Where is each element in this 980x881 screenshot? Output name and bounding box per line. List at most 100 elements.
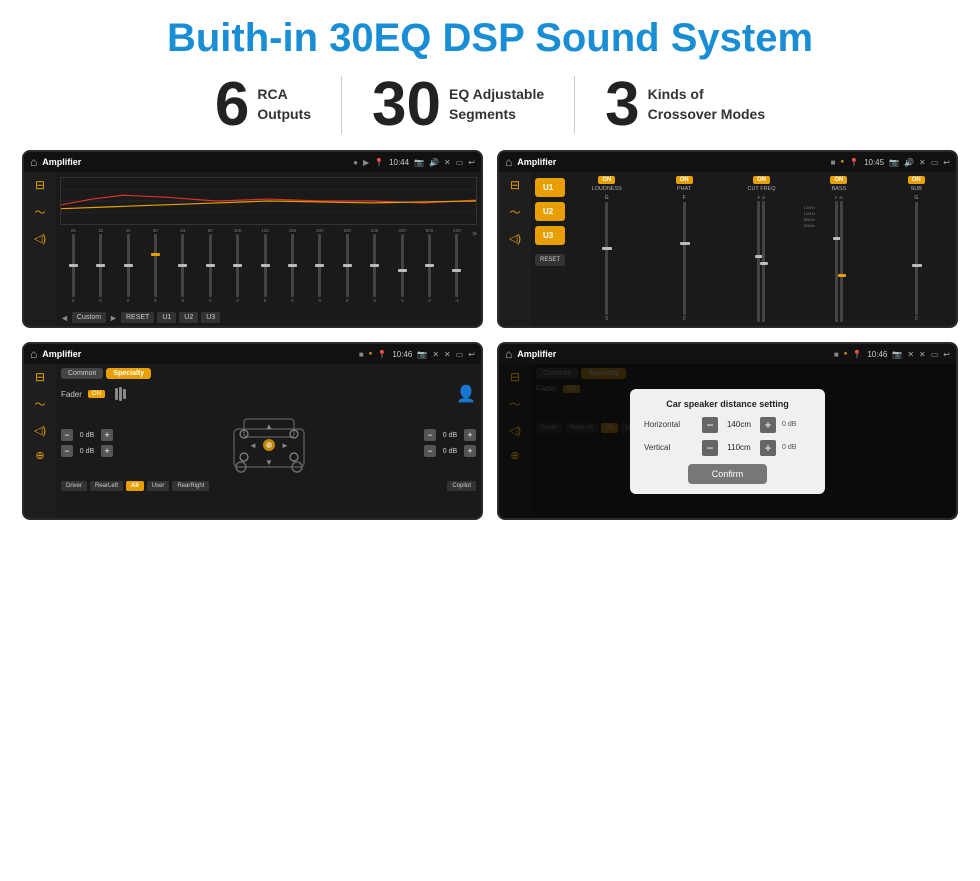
crossover-sidebar-wave-icon[interactable]: 〜	[510, 204, 521, 220]
crossover-sidebar: ⊟ 〜 ◁)	[499, 172, 531, 326]
svg-text:▲: ▲	[265, 422, 273, 431]
dialog-horizontal-row: Horizontal − 140cm + 0 dB	[644, 417, 811, 433]
dialog-screen: ⌂ Amplifier ■ ● 📍 10:46 📷 ✕ ✕ ▭ ↩ ⊟ 〜 ◁)…	[497, 342, 958, 520]
speaker-rr-plus[interactable]: +	[464, 445, 476, 457]
svg-text:◄: ◄	[249, 441, 257, 450]
eq-reset-btn[interactable]: RESET	[121, 312, 154, 323]
fader-person-icon[interactable]: 👤	[456, 384, 476, 404]
stat-rca: 6 RCA Outputs	[185, 74, 341, 136]
speaker-fr-plus[interactable]: +	[464, 429, 476, 441]
dialog-status-bar: ⌂ Amplifier ■ ● 📍 10:46 📷 ✕ ✕ ▭ ↩	[499, 344, 956, 364]
eq-sliders-container: 25 0 32 0	[60, 228, 470, 303]
crossover-status-bar: ⌂ Amplifier ■ ● 📍 10:45 📷 🔊 ✕ ▭ ↩	[499, 152, 956, 172]
crossover-u3-btn[interactable]: U3	[535, 226, 565, 245]
eq-u2-btn[interactable]: U2	[179, 312, 198, 323]
eq-sidebar: ⊟ 〜 ◁)	[24, 172, 56, 326]
svg-text:▼: ▼	[265, 458, 273, 467]
eq-sidebar-speaker-icon[interactable]: ◁)	[34, 232, 46, 245]
stat-label-crossover: Kinds of Crossover Modes	[648, 85, 765, 124]
dialog-time: 10:46	[867, 350, 887, 359]
stat-label-rca: RCA Outputs	[257, 85, 311, 124]
eq-prev-icon[interactable]: ◄	[60, 313, 69, 323]
stat-label-eq: EQ Adjustable Segments	[449, 85, 544, 124]
dialog-title: Car speaker distance setting	[644, 399, 811, 409]
fader-screen: ⌂ Amplifier ■ ● 📍 10:46 📷 ✕ ✕ ▭ ↩ ⊟ 〜 ◁)…	[22, 342, 483, 520]
dialog-horizontal-minus[interactable]: −	[702, 417, 718, 433]
eq-status-bar: ⌂ Amplifier ● ▶ 📍 10:44 📷 🔊 ✕ ▭ ↩	[24, 152, 481, 172]
crossover-u1-btn[interactable]: U1	[535, 178, 565, 197]
fader-sidebar-speaker-icon[interactable]: ◁)	[34, 424, 46, 437]
fader-status-bar: ⌂ Amplifier ■ ● 📍 10:46 📷 ✕ ✕ ▭ ↩	[24, 344, 481, 364]
home-icon-4[interactable]: ⌂	[505, 347, 512, 361]
stats-row: 6 RCA Outputs 30 EQ Adjustable Segments …	[0, 68, 980, 146]
fader-copilot-btn[interactable]: Copilot	[447, 481, 476, 491]
crossover-time: 10:45	[864, 158, 884, 167]
fader-rearright-btn[interactable]: RearRight	[172, 481, 209, 491]
dialog-screen-title: Amplifier	[517, 349, 829, 359]
dialog-box: Car speaker distance setting Horizontal …	[630, 389, 825, 494]
page-header: Buith-in 30EQ DSP Sound System	[0, 0, 980, 68]
fader-sidebar: ⊟ 〜 ◁) ⊕	[24, 364, 56, 518]
crossover-reset-btn[interactable]: RESET	[535, 254, 565, 266]
speaker-fr-minus[interactable]: −	[424, 429, 436, 441]
fader-rearleft-btn[interactable]: RearLeft	[90, 481, 123, 491]
crossover-title: Amplifier	[517, 157, 825, 167]
stat-number-rca: 6	[215, 74, 249, 136]
crossover-sidebar-eq-icon[interactable]: ⊟	[510, 178, 520, 192]
crossover-screen: ⌂ Amplifier ■ ● 📍 10:45 📷 🔊 ✕ ▭ ↩ ⊟ 〜 ◁)…	[497, 150, 958, 328]
fader-sidebar-wave-icon[interactable]: 〜	[35, 396, 46, 412]
dialog-vertical-value: 110cm	[722, 443, 756, 452]
dialog-vertical-plus[interactable]: +	[760, 440, 776, 456]
dialog-horizontal-label: Horizontal	[644, 420, 698, 429]
home-icon[interactable]: ⌂	[30, 155, 37, 169]
dialog-horizontal-plus[interactable]: +	[760, 417, 776, 433]
speaker-rr-minus[interactable]: −	[424, 445, 436, 457]
dialog-vertical-row: Vertical − 110cm + 0 dB	[644, 440, 811, 456]
fader-time: 10:46	[392, 350, 412, 359]
fader-user-btn[interactable]: User	[147, 481, 170, 491]
home-icon-2[interactable]: ⌂	[505, 155, 512, 169]
dialog-horizontal-control: − 140cm +	[702, 417, 776, 433]
dialog-overlay: Car speaker distance setting Horizontal …	[499, 364, 956, 518]
speaker-fl-minus[interactable]: −	[61, 429, 73, 441]
speaker-rl-minus[interactable]: −	[61, 445, 73, 457]
stat-number-crossover: 3	[605, 74, 639, 136]
stat-eq: 30 EQ Adjustable Segments	[342, 74, 574, 136]
eq-title: Amplifier	[42, 157, 348, 167]
crossover-u2-btn[interactable]: U2	[535, 202, 565, 221]
car-diagram: ▲ ▼ ◄ ►	[117, 409, 420, 477]
dialog-confirm-button[interactable]: Confirm	[688, 464, 768, 484]
fader-driver-btn[interactable]: Driver	[61, 481, 87, 491]
screenshots-grid: ⌂ Amplifier ● ▶ 📍 10:44 📷 🔊 ✕ ▭ ↩ ⊟ 〜 ◁)	[0, 146, 980, 530]
eq-time: 10:44	[389, 158, 409, 167]
home-icon-3[interactable]: ⌂	[30, 347, 37, 361]
dialog-vertical-label: Vertical	[644, 443, 698, 452]
eq-sidebar-eq-icon[interactable]: ⊟	[35, 178, 45, 192]
fader-main: Common Specialty Fader ON 👤	[56, 364, 481, 518]
speaker-fl-plus[interactable]: +	[101, 429, 113, 441]
stat-number-eq: 30	[372, 74, 441, 136]
main-title: Buith-in 30EQ DSP Sound System	[20, 16, 960, 60]
eq-next-icon[interactable]: ►	[109, 313, 118, 323]
eq-sidebar-wave-icon[interactable]: 〜	[35, 204, 46, 220]
eq-main: 25 0 32 0	[56, 172, 481, 326]
fader-common-tab[interactable]: Common	[61, 368, 103, 379]
crossover-sidebar-speaker-icon[interactable]: ◁)	[509, 232, 521, 245]
dialog-vertical-minus[interactable]: −	[702, 440, 718, 456]
dialog-horizontal-value: 140cm	[722, 420, 756, 429]
eq-screen: ⌂ Amplifier ● ▶ 📍 10:44 📷 🔊 ✕ ▭ ↩ ⊟ 〜 ◁)	[22, 150, 483, 328]
fader-sidebar-eq-icon[interactable]: ⊟	[35, 370, 45, 384]
fader-sidebar-arrows-icon[interactable]: ⊕	[35, 449, 44, 462]
eq-bottom-controls: ◄ Custom ► RESET U1 U2 U3	[60, 310, 477, 323]
fader-specialty-tab[interactable]: Specialty	[106, 368, 151, 379]
eq-graph	[60, 177, 477, 225]
svg-text:►: ►	[281, 441, 289, 450]
eq-u3-btn[interactable]: U3	[201, 312, 220, 323]
eq-preset-custom[interactable]: Custom	[72, 312, 106, 323]
eq-u1-btn[interactable]: U1	[157, 312, 176, 323]
speaker-rl-plus[interactable]: +	[101, 445, 113, 457]
dialog-vertical-control: − 110cm +	[702, 440, 776, 456]
fader-all-btn[interactable]: All	[126, 481, 144, 491]
stat-crossover: 3 Kinds of Crossover Modes	[575, 74, 795, 136]
fader-title: Amplifier	[42, 349, 354, 359]
